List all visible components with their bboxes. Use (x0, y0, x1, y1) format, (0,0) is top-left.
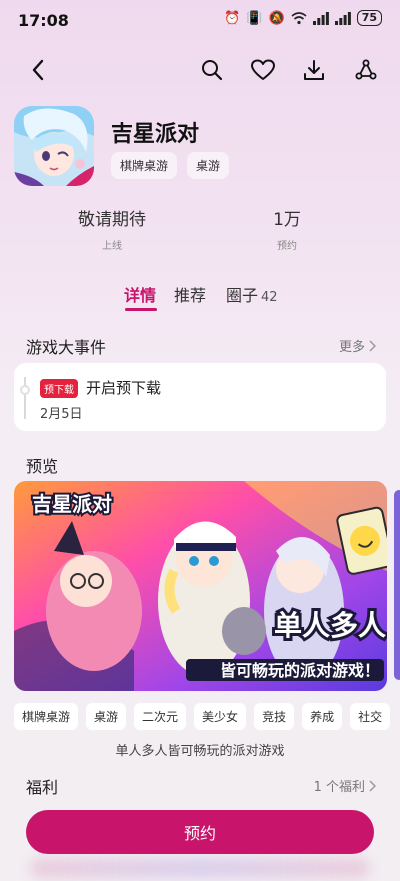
stat-reservations-value: 1万 (273, 210, 301, 230)
banner-headline: 单人多人 (274, 609, 386, 642)
signal-icon (334, 11, 351, 25)
genre-tag[interactable]: 养成 (302, 703, 343, 730)
banner-subtitle: 皆可畅玩的派对游戏！ (220, 661, 380, 680)
chevron-right-icon (369, 339, 376, 352)
vibrate-icon: 📳 (246, 10, 263, 26)
tab-circle[interactable]: 圈子 42 (226, 282, 278, 306)
download-button[interactable] (298, 54, 330, 86)
event-badge: 预下载 (40, 379, 78, 398)
reserve-button[interactable]: 预约 (26, 810, 374, 854)
app-tag[interactable]: 桌游 (187, 152, 230, 179)
tab-bar: 详情 推荐 圈子 42 (0, 282, 400, 312)
search-button[interactable] (196, 54, 228, 86)
status-icons: ⏰ 📳 🔕 75 (224, 10, 382, 26)
wifi-icon (291, 12, 307, 25)
benefits-header: 福利 1 个福利 (26, 774, 376, 797)
genre-tag[interactable]: 棋牌桌游 (14, 703, 79, 730)
battery-indicator: 75 (356, 10, 382, 26)
heart-icon (251, 59, 275, 80)
event-date: 2月5日 (40, 407, 83, 422)
genre-tag[interactable]: 二次元 (134, 703, 187, 730)
stat-release-label: 上线 (102, 241, 122, 252)
tab-circle-label: 圈子 (226, 286, 259, 305)
tab-active-indicator (125, 308, 157, 311)
genre-tag[interactable]: 桌游 (86, 703, 127, 730)
timeline-line (24, 377, 26, 419)
game-description: 单人多人皆可畅玩的派对游戏 (115, 744, 285, 759)
app-stats: 敬请期待 上线 1万 预约 (0, 205, 400, 255)
app-tag[interactable]: 棋牌桌游 (111, 152, 178, 179)
timeline-dot (20, 385, 30, 395)
app-header: 吉星派对 棋牌桌游 桌游 (14, 106, 386, 190)
benefits-title: 福利 (26, 778, 59, 797)
genre-tag[interactable]: 社交 (350, 703, 391, 730)
cta-glow (30, 858, 370, 878)
back-icon (32, 59, 44, 81)
stat-reservations: 1万 预约 (207, 205, 367, 252)
preview-banner[interactable]: 单人多人 皆可畅玩的派对游戏！ 吉星派对 (14, 481, 387, 691)
preview-title: 预览 (26, 457, 59, 476)
share-icon (355, 59, 377, 80)
genre-tags: 棋牌桌游 桌游 二次元 美少女 竞技 养成 社交 (14, 703, 391, 730)
benefits-more-label: 1 个福利 (313, 780, 365, 795)
signal-icon (312, 11, 329, 25)
event-card[interactable]: 预下载 开启预下载 2月5日 (14, 363, 386, 431)
events-title: 游戏大事件 (26, 338, 107, 357)
events-more-label: 更多 (338, 340, 365, 355)
favorite-button[interactable] (247, 54, 279, 86)
stat-release: 敬请期待 上线 (32, 205, 192, 252)
back-button[interactable] (22, 54, 54, 86)
stat-reservations-label: 预约 (277, 241, 297, 252)
genre-tag[interactable]: 竞技 (254, 703, 295, 730)
events-header: 游戏大事件 更多 (26, 334, 376, 357)
tab-circle-count: 42 (261, 290, 278, 305)
mute-icon: 🔕 (268, 10, 285, 26)
download-icon (304, 60, 324, 80)
stat-release-value: 敬请期待 (78, 210, 146, 230)
alarm-icon: ⏰ (224, 10, 241, 26)
app-icon[interactable] (14, 106, 94, 186)
event-title: 开启预下载 (86, 379, 162, 397)
share-button[interactable] (350, 54, 382, 86)
tab-recommend[interactable]: 推荐 (174, 282, 206, 306)
search-icon (202, 60, 223, 81)
tab-details[interactable]: 详情 (124, 282, 156, 306)
benefits-more-link[interactable]: 1 个福利 (314, 776, 376, 795)
genre-tag[interactable]: 美少女 (194, 703, 247, 730)
status-bar: 17:08 ⏰ 📳 🔕 75 (0, 0, 400, 38)
events-more-link[interactable]: 更多 (339, 336, 376, 355)
status-time: 17:08 (18, 11, 69, 30)
nav-bar (0, 50, 400, 90)
app-title: 吉星派对 (111, 122, 200, 147)
banner-logo: 吉星派对 (32, 492, 112, 516)
app-tags: 棋牌桌游 桌游 (111, 152, 230, 179)
chevron-right-icon (369, 779, 376, 792)
next-preview-thumbnail[interactable] (394, 490, 400, 680)
